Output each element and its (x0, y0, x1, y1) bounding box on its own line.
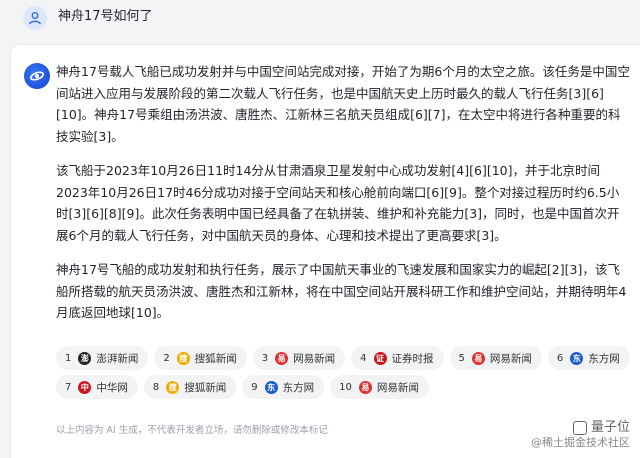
source-chip[interactable]: 7 中中华网 (56, 375, 138, 399)
source-name: 网易新闻 (293, 352, 336, 365)
source-logo-icon: 搜 (176, 351, 190, 365)
answer-paragraph: 该飞船于2023年10月26日11时14分从甘肃酒泉卫星发射中心成功发射[4][… (56, 163, 620, 243)
source-logo-icon: 易 (275, 351, 289, 365)
source-number: 5 (458, 352, 465, 364)
source-logo-icon: 澎 (78, 351, 92, 365)
source-name: 东方网 (588, 352, 620, 365)
source-chip[interactable]: 2 搜搜狐新闻 (154, 346, 247, 370)
source-name: 网易新闻 (376, 381, 419, 394)
watermark: 量子位 @稀土掘金技术社区 (531, 420, 630, 450)
source-number: 6 (556, 352, 564, 364)
answer-paragraph: 神舟17号飞船的成功发射和执行任务，展示了中国航天事业的飞速发展和国家实力的崛起… (56, 262, 627, 320)
source-name: 搜狐新闻 (194, 352, 237, 365)
source-number: 10 (339, 381, 352, 393)
source-list: 1 澎澎湃新闻 2 搜搜狐新闻 3 易网易新闻 4 证证券时报 5 易网易新闻 6 东东方网 7 中中华网… (56, 346, 631, 399)
source-logo-icon: 证 (373, 351, 387, 365)
user-icon (23, 6, 47, 30)
watermark-sub: @稀土掘金技术社区 (531, 436, 630, 449)
source-chip[interactable]: 3 易网易新闻 (252, 346, 346, 370)
answer-body: 神舟17号载人飞船已成功发射并与中国空间站完成对接，开始了为期6个月的太空之旅。… (56, 61, 631, 337)
answer-card: 神舟17号载人飞船已成功发射并与中国空间站完成对接，开始了为期6个月的太空之旅。… (10, 44, 640, 458)
source-logo-icon: 易 (358, 380, 372, 394)
source-logo-icon: 东 (264, 380, 278, 394)
source-number: 1 (65, 352, 72, 364)
source-chip[interactable]: 5 易网易新闻 (449, 346, 542, 370)
source-logo-icon: 东 (570, 351, 584, 365)
source-name: 证券时报 (391, 352, 434, 365)
answer-paragraph: 神舟17号载人飞船已成功发射并与中国空间站完成对接，开始了为期6个月的太空之旅。… (56, 64, 630, 144)
watermark-brand: 量子位 (531, 420, 630, 435)
source-chip[interactable]: 10 易网易新闻 (330, 375, 429, 399)
source-name: 网易新闻 (489, 352, 532, 365)
source-name: 中华网 (96, 381, 128, 394)
source-logo-icon: 中 (78, 380, 92, 394)
source-name: 搜狐新闻 (184, 381, 227, 394)
question-bar: 神舟17号如何了 (0, 0, 640, 42)
source-logo-icon: 易 (471, 351, 485, 365)
source-logo-icon: 搜 (166, 380, 180, 394)
question-text: 神舟17号如何了 (58, 9, 153, 24)
source-chip[interactable]: 6 东东方网 (547, 346, 630, 370)
bot-avatar-icon (24, 63, 50, 89)
source-chip[interactable]: 9 东东方网 (242, 375, 325, 399)
source-number: 2 (163, 352, 170, 364)
source-number: 9 (251, 381, 258, 393)
source-chip[interactable]: 1 澎澎湃新闻 (56, 346, 149, 370)
source-chip[interactable]: 4 证证券时报 (351, 346, 444, 370)
qbitai-logo-icon (572, 420, 587, 435)
source-number: 8 (152, 381, 160, 393)
source-name: 澎湃新闻 (96, 352, 139, 365)
source-number: 3 (261, 352, 269, 364)
source-chip[interactable]: 8 搜搜狐新闻 (143, 375, 237, 399)
source-name: 东方网 (282, 381, 315, 394)
ai-disclaimer: 以上内容为 AI 生成，不代表开发者立场，请勿删除或修改本标记 (56, 425, 328, 436)
source-number: 4 (360, 352, 367, 364)
source-number: 7 (65, 381, 72, 393)
